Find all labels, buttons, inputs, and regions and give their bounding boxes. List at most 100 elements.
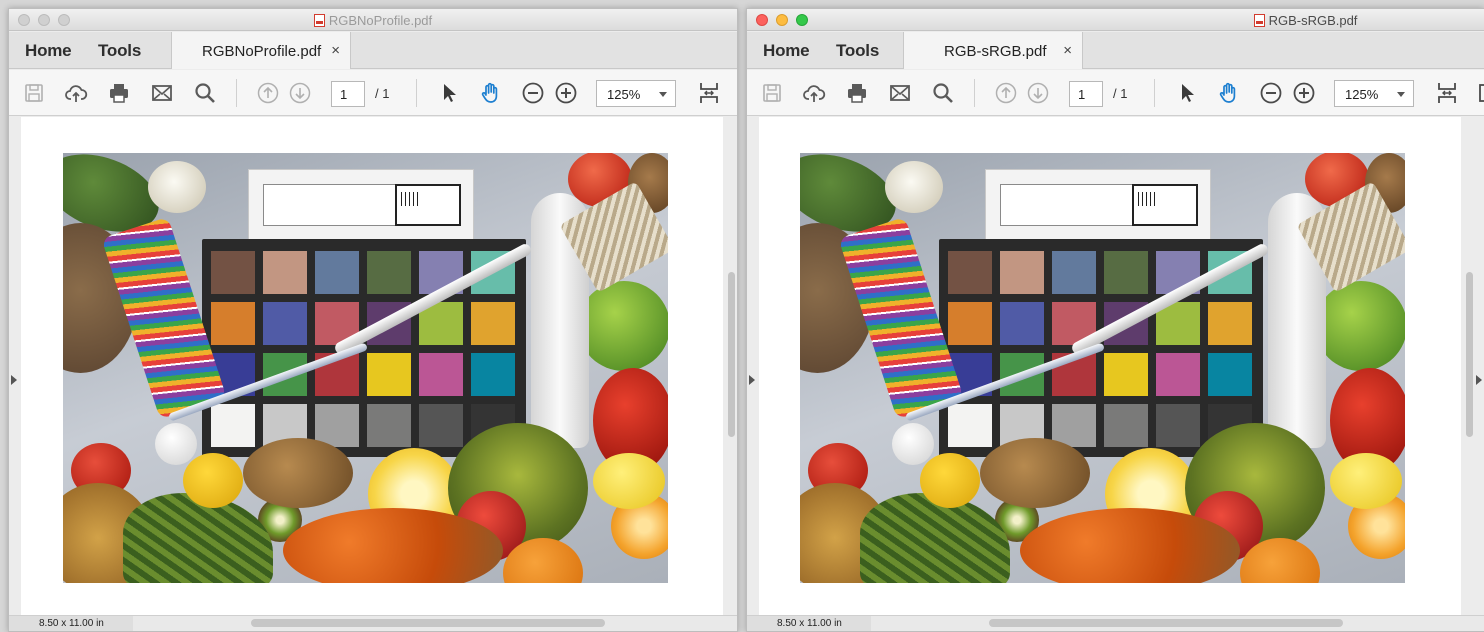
- lemon: [593, 453, 665, 509]
- page-up-icon[interactable]: [994, 81, 1018, 105]
- document-tab[interactable]: RGBNoProfile.pdf ×: [171, 32, 351, 69]
- zoom-out-icon[interactable]: [521, 81, 545, 105]
- mixed-fruit: [1020, 508, 1240, 583]
- page-down-icon[interactable]: [1026, 81, 1050, 105]
- fit-page-icon[interactable]: [697, 81, 721, 105]
- zoom-level-select[interactable]: 125%: [1334, 80, 1414, 107]
- color-patch: [211, 404, 255, 447]
- upload-cloud-icon[interactable]: [64, 81, 88, 105]
- document-area[interactable]: [9, 117, 737, 615]
- card-blank-field: [1000, 184, 1146, 226]
- title-bar[interactable]: RGBNoProfile.pdf: [9, 9, 737, 31]
- color-patch: [1104, 251, 1148, 294]
- page-number-input[interactable]: 1: [1069, 81, 1103, 107]
- color-patch: [367, 353, 411, 396]
- left-pane-toggle-icon[interactable]: [11, 375, 17, 385]
- title-bar[interactable]: RGB-sRGB.pdf: [747, 9, 1484, 31]
- page-up-icon[interactable]: [256, 81, 280, 105]
- window-title-text: RGBNoProfile.pdf: [328, 13, 433, 28]
- status-bar: 8.50 x 11.00 in: [9, 615, 737, 631]
- pdf-window-rgbnoprofile: RGBNoProfile.pdf Home Tools RGBNoProfile…: [8, 8, 738, 632]
- right-pane-toggle-icon[interactable]: [1476, 375, 1482, 385]
- color-patch: [1156, 353, 1200, 396]
- hand-tool-icon[interactable]: [1217, 81, 1241, 105]
- lemon: [1330, 453, 1402, 509]
- color-patch: [948, 404, 992, 447]
- color-patch: [1000, 251, 1044, 294]
- resolution-chart: [1132, 184, 1198, 226]
- save-icon[interactable]: [22, 81, 46, 105]
- home-link[interactable]: Home: [763, 41, 810, 61]
- golf-ball: [155, 423, 197, 465]
- color-patch: [263, 251, 307, 294]
- hand-tool-icon[interactable]: [479, 81, 503, 105]
- save-icon[interactable]: [760, 81, 784, 105]
- color-patch: [211, 302, 255, 345]
- window-title-text: RGB-sRGB.pdf: [1268, 13, 1358, 28]
- card-blank-field: [263, 184, 409, 226]
- window-title: RGB-sRGB.pdf: [747, 13, 1484, 28]
- tools-link[interactable]: Tools: [98, 41, 141, 61]
- tab-bar: Home Tools RGBNoProfile.pdf ×: [9, 32, 737, 69]
- print-icon[interactable]: [107, 81, 131, 105]
- color-patch: [1156, 404, 1200, 447]
- color-patch: [1052, 251, 1096, 294]
- horizontal-scrollbar[interactable]: [251, 619, 605, 627]
- color-patch: [1208, 302, 1252, 345]
- fit-page-icon[interactable]: [1435, 81, 1459, 105]
- select-pointer-icon[interactable]: [1175, 81, 1199, 105]
- toolbar-separator: [236, 79, 237, 107]
- yellow-pepper: [920, 453, 980, 508]
- home-link[interactable]: Home: [25, 41, 72, 61]
- page-size-label: 8.50 x 11.00 in: [747, 616, 871, 631]
- resolution-target-card: [985, 169, 1211, 243]
- horizontal-scrollbar[interactable]: [989, 619, 1343, 627]
- page-total: / 1: [375, 86, 390, 101]
- zoom-level-value: 125%: [607, 87, 641, 102]
- pdf-page: [21, 117, 723, 615]
- search-icon[interactable]: [931, 81, 955, 105]
- chevron-down-icon: [1397, 92, 1405, 97]
- green-pepper: [1315, 281, 1405, 371]
- select-pointer-icon[interactable]: [437, 81, 461, 105]
- tools-link[interactable]: Tools: [836, 41, 879, 61]
- zoom-level-select[interactable]: 125%: [596, 80, 676, 107]
- document-tab-label: RGBNoProfile.pdf: [202, 43, 322, 60]
- color-patch: [367, 251, 411, 294]
- color-patch: [1208, 353, 1252, 396]
- color-patch: [1104, 404, 1148, 447]
- upload-cloud-icon[interactable]: [802, 81, 826, 105]
- zoom-in-icon[interactable]: [1292, 81, 1316, 105]
- email-icon[interactable]: [150, 81, 174, 105]
- page-down-icon[interactable]: [288, 81, 312, 105]
- close-tab-icon[interactable]: ×: [331, 42, 340, 59]
- page-number-input[interactable]: 1: [331, 81, 365, 107]
- zoom-out-icon[interactable]: [1259, 81, 1283, 105]
- color-patch: [419, 404, 463, 447]
- color-patch: [263, 302, 307, 345]
- left-pane-toggle-icon[interactable]: [749, 375, 755, 385]
- chevron-down-icon: [659, 92, 667, 97]
- color-patch: [948, 251, 992, 294]
- page-size-label: 8.50 x 11.00 in: [9, 616, 133, 631]
- close-tab-icon[interactable]: ×: [1063, 42, 1072, 59]
- document-area[interactable]: [747, 117, 1484, 615]
- zoom-level-value: 125%: [1345, 87, 1379, 102]
- golf-ball: [892, 423, 934, 465]
- resolution-chart: [395, 184, 461, 226]
- pdf-image-colorchecker: [800, 153, 1405, 583]
- toolbar-separator: [974, 79, 975, 107]
- vertical-scrollbar[interactable]: [728, 272, 735, 437]
- yellow-pepper: [183, 453, 243, 508]
- print-icon[interactable]: [845, 81, 869, 105]
- pdf-image-colorchecker: [63, 153, 668, 583]
- garlic: [148, 161, 206, 213]
- vertical-scrollbar[interactable]: [1466, 272, 1473, 437]
- search-icon[interactable]: [193, 81, 217, 105]
- toolbar-separator: [416, 79, 417, 107]
- garlic: [885, 161, 943, 213]
- more-tools-icon[interactable]: [1477, 81, 1484, 105]
- email-icon[interactable]: [888, 81, 912, 105]
- document-tab[interactable]: RGB-sRGB.pdf ×: [903, 32, 1083, 69]
- zoom-in-icon[interactable]: [554, 81, 578, 105]
